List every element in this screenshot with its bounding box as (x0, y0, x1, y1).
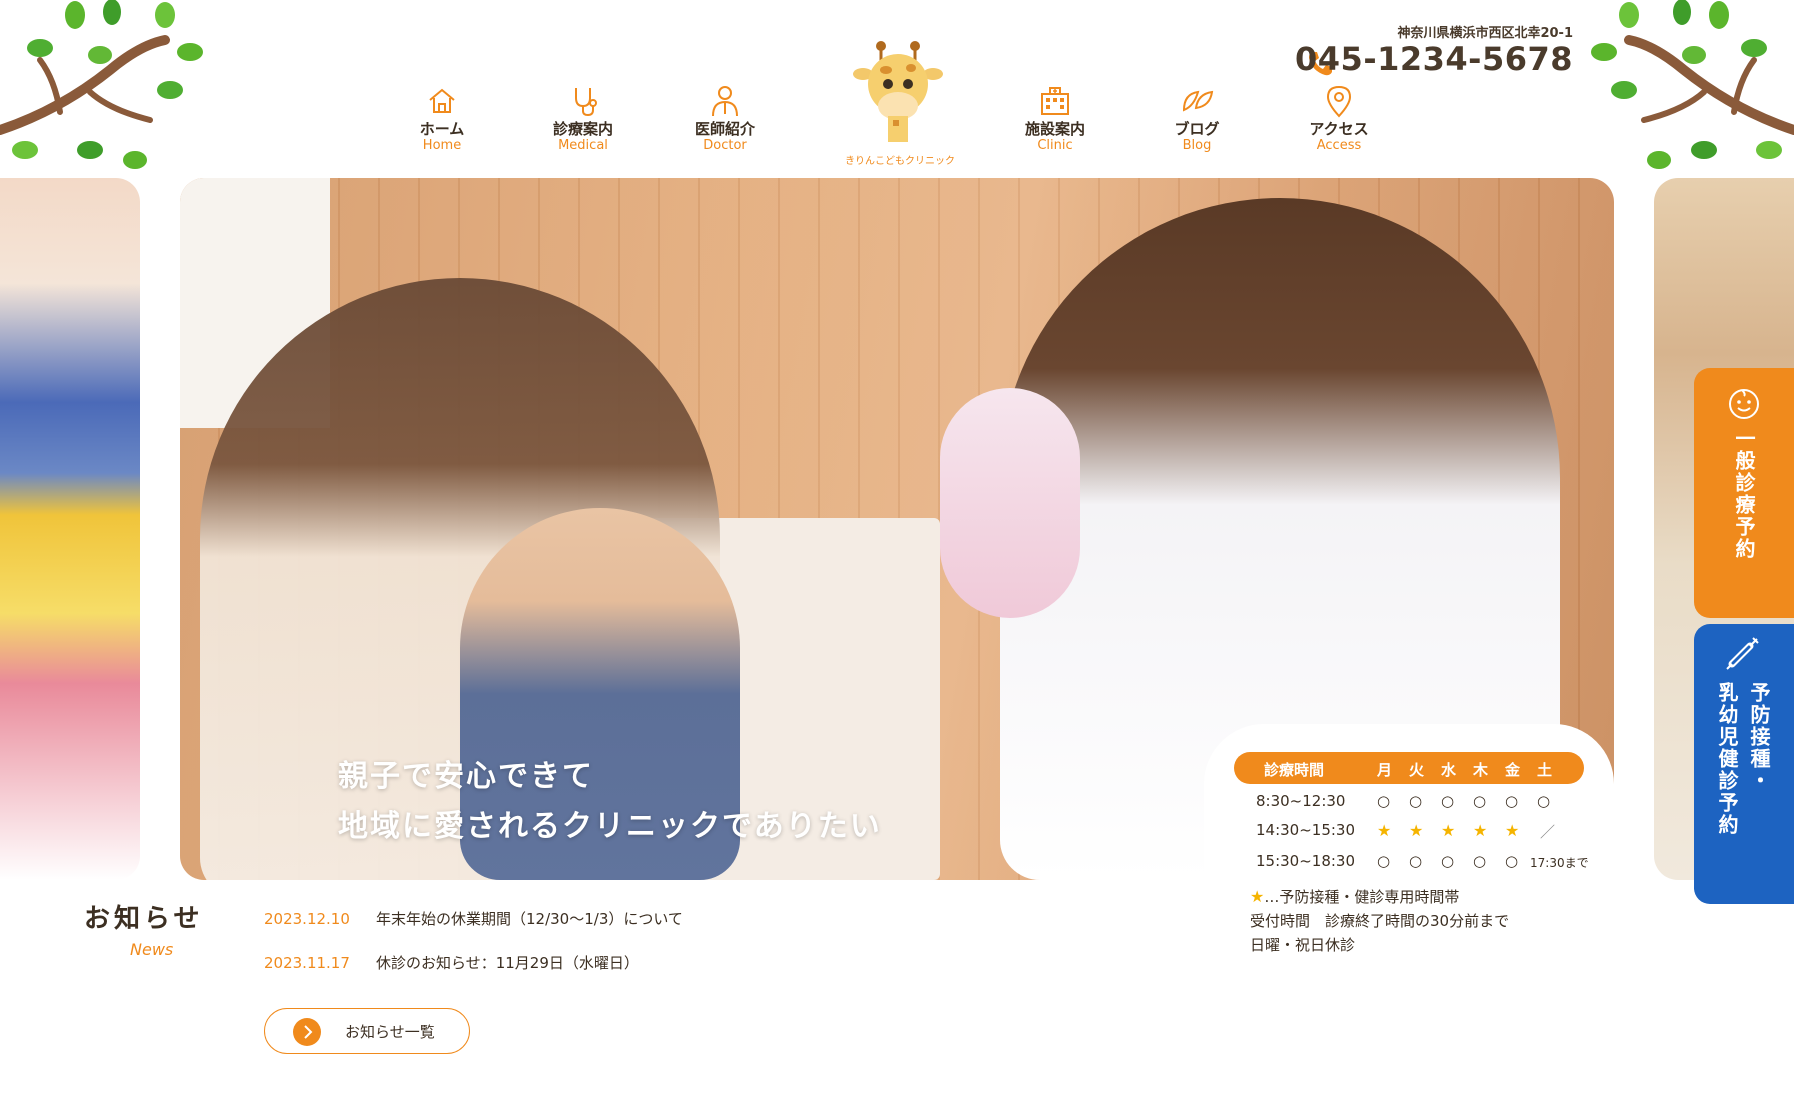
nav-home-sublabel: Home (422, 138, 462, 153)
news-subheading: News (130, 940, 174, 959)
nav-medical-sublabel: Medical (558, 138, 608, 153)
vaccine-appointment-label-line1: 予防接種・ (1747, 682, 1771, 792)
news-heading: お知らせ (84, 904, 204, 934)
building-icon (1041, 87, 1069, 115)
hours-row-afternoon: 15:30~18:30 ○ ○ ○ ○ ○ 17:30まで (1234, 848, 1614, 876)
nav-clinic[interactable]: 施設案内 Clinic (1000, 84, 1110, 154)
hero-tagline-line1: 親子で安心できて (338, 759, 594, 794)
hours-row-vaccine: 14:30~15:30 ★ ★ ★ ★ ★ ／ (1234, 817, 1614, 845)
hero-tagline-line2: 地域に愛されるクリニックでありたい (338, 809, 882, 844)
hero-rabbit-puppet (940, 388, 1080, 618)
star-icon: ★ (1505, 821, 1520, 840)
hours-note-reception: 受付時間 診療終了時間の30分前まで (1250, 912, 1510, 930)
nav-blog-label: ブログ (1174, 120, 1220, 138)
hours-header-mon: 月 (1377, 761, 1393, 779)
baby-face-icon (1729, 389, 1759, 419)
star-icon: ★ (1441, 821, 1456, 840)
hours-mark: ○ (1409, 792, 1423, 810)
hours-header-title: 診療時間 (1264, 761, 1325, 779)
general-appointment-button[interactable]: 一般診療予約 (1694, 368, 1794, 618)
hours-header-sat: 土 (1537, 761, 1553, 779)
site-header: ホーム Home 診療案内 Medical 医師紹介 Doctor きりんこども… (0, 0, 1794, 178)
tree-branch-decoration-left (0, 0, 203, 169)
hours-header-wed: 水 (1441, 761, 1457, 779)
hours-mark: ○ (1473, 852, 1487, 870)
news-list-button[interactable]: お知らせ一覧 (264, 1008, 470, 1054)
nav-clinic-label: 施設案内 (1024, 120, 1085, 138)
star-icon: ★ (1250, 887, 1265, 906)
logo-text: きりんこどもクリニック (845, 156, 955, 167)
news-date: 2023.12.10 (264, 910, 350, 928)
house-icon (429, 88, 455, 113)
nav-doctor-sublabel: Doctor (703, 138, 747, 153)
nav-clinic-sublabel: Clinic (1037, 138, 1073, 153)
hero-side-photo-left (0, 178, 140, 880)
nav-access-label: アクセス (1309, 120, 1369, 138)
phone-number[interactable]: 045-1234-5678 (1295, 40, 1573, 78)
nav-medical[interactable]: 診療案内 Medical (528, 84, 638, 154)
giraffe-logo-icon (852, 41, 943, 142)
hours-mark: ○ (1441, 792, 1455, 810)
star-icon: ★ (1473, 821, 1488, 840)
star-icon: ★ (1409, 821, 1424, 840)
tree-branch-decoration-right (1591, 0, 1794, 169)
hours-mark: 17:30まで (1530, 856, 1589, 870)
star-icon: ★ (1377, 821, 1392, 840)
nav-home[interactable]: ホーム Home (387, 84, 497, 154)
nav-doctor-label: 医師紹介 (694, 120, 755, 138)
hours-mark: ○ (1537, 792, 1551, 810)
news-text: 休診のお知らせ：11月29日（水曜日） (376, 954, 639, 972)
hours-table-header: 診療時間 月 火 水 木 金 土 (1234, 752, 1584, 784)
news-item[interactable]: 2023.12.10 年末年始の休業期間（12/30〜1/3）について (264, 908, 683, 929)
syringe-icon (1726, 637, 1759, 670)
chevron-right-icon (293, 1018, 321, 1046)
hours-note-text: …予防接種・健診専用時間帯 (1264, 888, 1460, 906)
vaccine-appointment-label-line2: 乳幼児健診予約 (1715, 682, 1739, 836)
news-date: 2023.11.17 (264, 954, 350, 972)
hours-note-closed: 日曜・祝日休診 (1250, 936, 1356, 954)
vaccine-appointment-button[interactable]: 予防接種・ 乳幼児健診予約 (1694, 624, 1794, 904)
hours-mark: ○ (1377, 852, 1391, 870)
hours-mark: ／ (1540, 823, 1556, 841)
hours-mark: ○ (1473, 792, 1487, 810)
hours-mark: ○ (1441, 852, 1455, 870)
nav-access-sublabel: Access (1316, 138, 1362, 153)
general-appointment-label: 一般診療予約 (1732, 428, 1756, 560)
nav-home-label: ホーム (419, 120, 465, 138)
hours-mark: ○ (1409, 852, 1423, 870)
hours-header-thu: 木 (1473, 761, 1489, 779)
news-list-button-label: お知らせ一覧 (345, 1023, 435, 1041)
nav-blog[interactable]: ブログ Blog (1142, 84, 1252, 154)
news-text: 年末年始の休業期間（12/30〜1/3）について (376, 910, 683, 928)
hours-header-tue: 火 (1409, 761, 1425, 779)
hours-mark: ○ (1505, 852, 1519, 870)
hours-header-fri: 金 (1505, 761, 1521, 779)
hours-note-vaccine: ★…予防接種・健診専用時間帯 (1250, 886, 1459, 907)
doctor-icon (712, 86, 738, 117)
nav-access[interactable]: アクセス Access (1284, 84, 1394, 154)
news-item[interactable]: 2023.11.17 休診のお知らせ：11月29日（水曜日） (264, 952, 639, 973)
map-pin-icon (1326, 85, 1352, 118)
nav-blog-sublabel: Blog (1182, 138, 1212, 153)
hero-tagline: 親子で安心できて 地域に愛されるクリニックでありたい (338, 752, 882, 852)
hours-row-morning: 8:30~12:30 ○ ○ ○ ○ ○ ○ (1234, 788, 1614, 816)
stethoscope-icon (575, 88, 597, 117)
clinic-address: 神奈川県横浜市西区北幸20-1 (1397, 26, 1573, 41)
hours-mark: ○ (1377, 792, 1391, 810)
hours-time: 8:30~12:30 (1256, 792, 1346, 810)
hours-mark: ○ (1505, 792, 1519, 810)
nav-doctor[interactable]: 医師紹介 Doctor (670, 84, 780, 154)
hours-time: 15:30~18:30 (1256, 852, 1356, 870)
clinic-logo[interactable]: きりんこどもクリニック (845, 38, 955, 168)
hours-time: 14:30~15:30 (1256, 821, 1356, 839)
leaf-icon (1182, 90, 1214, 112)
nav-medical-label: 診療案内 (552, 120, 613, 138)
